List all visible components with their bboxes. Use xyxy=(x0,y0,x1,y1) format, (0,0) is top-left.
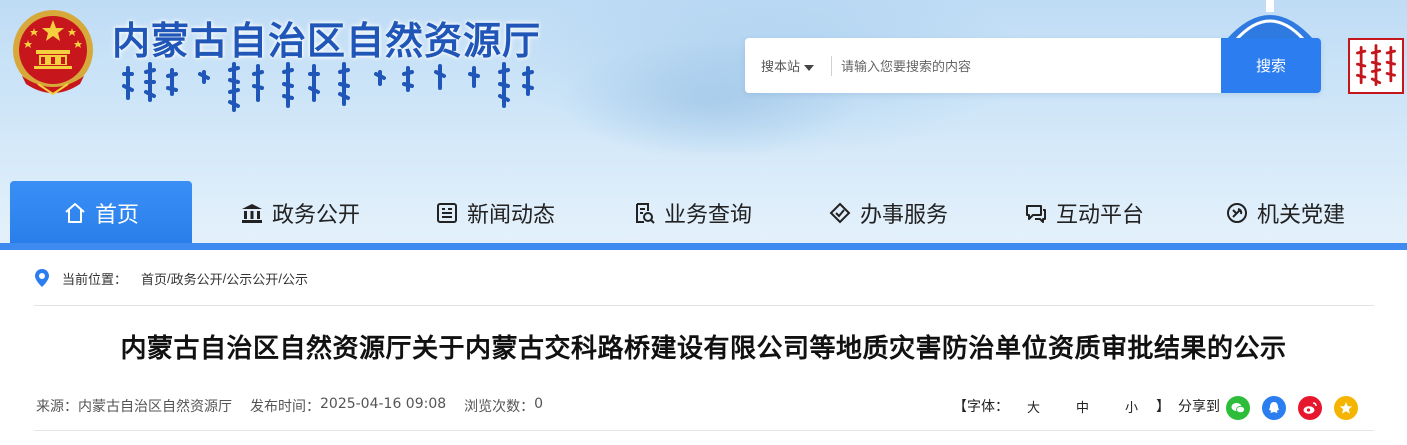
nav-item-party-building[interactable]: 机关党建 xyxy=(1190,181,1380,244)
nav-item-business-query[interactable]: 业务查询 xyxy=(602,181,782,244)
wechat-icon xyxy=(1231,403,1245,414)
search-bar: 搜本站 搜索 xyxy=(745,38,1321,93)
main-navigation: 首页 政务公开 新闻动态 业务查询 办事服务 互动平台 机关党建 xyxy=(0,181,1407,244)
yurt-decoration-icon xyxy=(1226,0,1314,40)
nav-item-label: 业务查询 xyxy=(663,202,752,228)
breadcrumb-label: 当前位置： xyxy=(62,271,128,287)
service-diamond-icon xyxy=(829,202,851,223)
nav-item-label: 办事服务 xyxy=(859,202,948,228)
published-label: 发布时间： xyxy=(250,399,320,415)
nav-item-label: 新闻动态 xyxy=(466,202,555,228)
source-value: 内蒙古自治区自然资源厅 xyxy=(78,399,232,415)
font-size-label: 【字体： xyxy=(953,399,1009,415)
font-size-small-button[interactable]: 小 xyxy=(1125,397,1138,416)
font-size-large-button[interactable]: 大 xyxy=(1027,397,1040,416)
chevron-down-icon xyxy=(804,64,815,71)
party-emblem-icon xyxy=(1226,202,1247,223)
meta-divider xyxy=(34,430,1374,431)
nav-item-label: 机关党建 xyxy=(1256,202,1345,228)
qq-icon xyxy=(1269,402,1279,413)
mongolian-seal-logo xyxy=(1348,38,1404,94)
search-scope-label: 搜本站 xyxy=(761,59,801,74)
nav-item-label: 首页 xyxy=(94,202,139,228)
breadcrumb-link-public-notice[interactable]: 公示公开 xyxy=(226,269,278,288)
location-pin-icon xyxy=(35,269,49,287)
search-scope-dropdown[interactable]: 搜本站 xyxy=(761,56,815,75)
chat-bubbles-icon xyxy=(1025,204,1046,223)
share-label: 分享到 xyxy=(1178,399,1221,415)
article-meta: 来源： 内蒙古自治区自然资源厅 发布时间： 2025-04-16 09:08 浏… xyxy=(36,396,543,416)
font-size-close-bracket: 】 xyxy=(1156,399,1171,415)
source-label: 来源： xyxy=(36,399,78,415)
nav-accent-strip xyxy=(0,243,1407,250)
font-size-medium-button[interactable]: 中 xyxy=(1076,397,1089,416)
share-weibo-button[interactable] xyxy=(1298,396,1322,420)
national-emblem-icon xyxy=(13,10,93,96)
breadcrumb-link-home[interactable]: 首页 xyxy=(141,269,167,288)
mongolian-title-logo xyxy=(122,62,534,112)
government-building-icon xyxy=(241,203,262,223)
breadcrumb: 当前位置： 首页 / 政务公开 / 公示公开 / 公示 xyxy=(34,266,308,290)
breadcrumb-link-notice[interactable]: 公示 xyxy=(282,269,308,288)
published-value: 2025-04-16 09:08 xyxy=(320,396,447,412)
search-input[interactable] xyxy=(841,46,1211,86)
views-label: 浏览次数： xyxy=(464,399,535,415)
share-wechat-button[interactable] xyxy=(1226,396,1250,420)
document-search-icon xyxy=(635,202,655,224)
site-title: 内蒙古自治区自然资源厅 xyxy=(112,19,542,63)
nav-item-news[interactable]: 新闻动态 xyxy=(405,181,585,244)
nav-item-interaction[interactable]: 互动平台 xyxy=(994,181,1174,244)
nav-item-government-affairs[interactable]: 政务公开 xyxy=(210,181,390,244)
breadcrumb-link-government-affairs[interactable]: 政务公开 xyxy=(171,269,223,288)
search-button[interactable]: 搜索 xyxy=(1221,38,1321,93)
weibo-icon xyxy=(1303,402,1317,414)
font-size-control: 【字体： 大 中 小 】 分享到 xyxy=(953,396,1220,416)
breadcrumb-divider xyxy=(34,305,1374,306)
home-icon xyxy=(65,202,85,223)
article-title: 内蒙古自治区自然资源厅关于内蒙古交科路桥建设有限公司等地质灾害防治单位资质审批结… xyxy=(120,334,1287,364)
nav-item-home[interactable]: 首页 xyxy=(10,181,192,244)
qzone-icon xyxy=(1339,402,1353,414)
nav-item-services[interactable]: 办事服务 xyxy=(798,181,978,244)
nav-item-label: 政务公开 xyxy=(271,202,360,228)
views-count: 0 xyxy=(534,396,544,412)
share-qq-button[interactable] xyxy=(1262,396,1286,420)
share-qzone-button[interactable] xyxy=(1334,396,1358,420)
nav-item-label: 互动平台 xyxy=(1055,202,1144,228)
news-icon xyxy=(436,202,457,223)
search-divider xyxy=(831,56,832,76)
